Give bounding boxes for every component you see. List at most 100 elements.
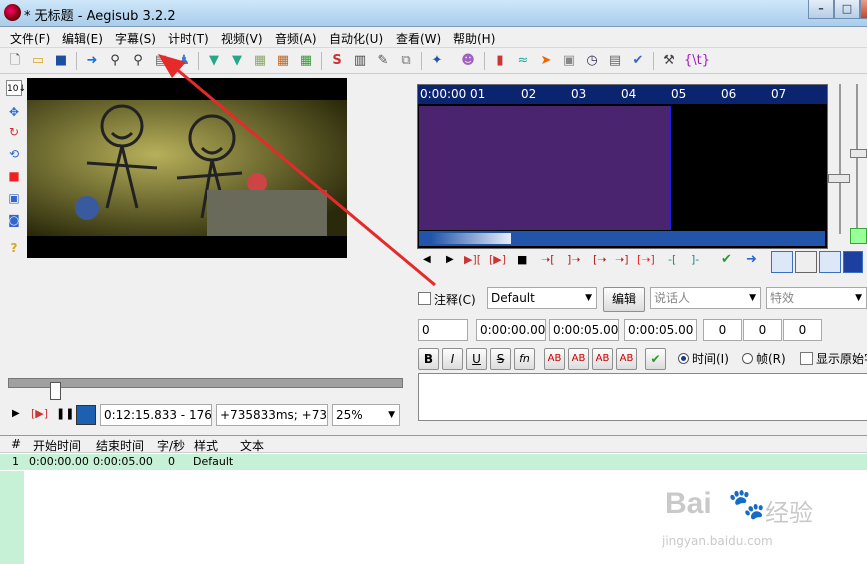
calculator-icon[interactable]: ▥ bbox=[352, 53, 368, 69]
stop-icon[interactable]: ■ bbox=[517, 253, 527, 266]
lead-out-icon[interactable]: ]- bbox=[691, 253, 699, 266]
edit-style-button[interactable]: 编辑 bbox=[603, 287, 645, 312]
kanji-timer-icon[interactable]: ☻ bbox=[460, 53, 476, 69]
auto-commit-toggle[interactable] bbox=[771, 251, 793, 273]
menu-timing[interactable]: 计时(T) bbox=[168, 30, 209, 47]
spectrum-toggle[interactable] bbox=[843, 251, 863, 273]
minimize-button[interactable]: – bbox=[808, 0, 834, 19]
video-display[interactable] bbox=[27, 78, 347, 258]
table-row[interactable]: 1 0:00:00.00 0:00:05.00 0 Default bbox=[0, 454, 867, 470]
effect-field[interactable]: 特效 ▼ bbox=[766, 287, 867, 309]
close-button[interactable]: ✕ bbox=[860, 0, 867, 19]
rotate-z-icon[interactable]: ↻ bbox=[6, 124, 22, 140]
commit-icon[interactable]: ✔ bbox=[721, 252, 732, 267]
clock-icon[interactable]: ◷ bbox=[584, 53, 600, 69]
margin-left-field[interactable]: 0 bbox=[703, 319, 742, 341]
actor-select[interactable]: 说话人 ▼ bbox=[650, 287, 761, 309]
attachments-icon[interactable]: ♟ bbox=[176, 53, 192, 69]
tags-icon[interactable]: {\t} bbox=[684, 53, 710, 69]
outline-color-button[interactable]: AB bbox=[592, 348, 613, 370]
zoom-select[interactable]: 25% ▼ bbox=[332, 404, 400, 426]
translation-icon[interactable]: ▤ bbox=[607, 53, 623, 69]
new-file-icon[interactable]: 🗋 bbox=[7, 53, 23, 69]
menu-file[interactable]: 文件(F) bbox=[10, 30, 50, 47]
crosshair-tool-icon[interactable]: 10↓ bbox=[6, 80, 26, 96]
prev-line-icon[interactable]: ◀ bbox=[423, 254, 431, 265]
play-start-icon[interactable]: ➝[ bbox=[541, 253, 555, 266]
play-icon[interactable]: ▶ bbox=[12, 408, 20, 419]
auto-next-toggle[interactable] bbox=[795, 251, 817, 273]
drag-tool-icon[interactable]: ✥ bbox=[6, 104, 22, 120]
fonts-icon[interactable]: ▦ bbox=[252, 53, 268, 69]
jump-to-icon[interactable]: ➜ bbox=[84, 53, 100, 69]
margin-vertical-field[interactable]: 0 bbox=[783, 319, 822, 341]
end-time-field[interactable]: 0:00:05.00 bbox=[549, 319, 619, 341]
options-icon[interactable]: ⚒ bbox=[661, 53, 677, 69]
font-button[interactable]: fn bbox=[514, 348, 535, 370]
menu-audio[interactable]: 音频(A) bbox=[275, 30, 317, 47]
lead-in-icon[interactable]: -[ bbox=[668, 253, 676, 266]
pencil-icon[interactable]: ✎ bbox=[375, 53, 391, 69]
seek-thumb[interactable] bbox=[50, 382, 61, 400]
open-folder-icon[interactable]: ▭ bbox=[30, 53, 46, 69]
zoom-out-icon[interactable]: ⚲ bbox=[130, 53, 146, 69]
film-icon[interactable]: ▦ bbox=[275, 53, 291, 69]
auto-scroll-toggle-icon[interactable] bbox=[76, 405, 96, 425]
strikeout-button[interactable]: S bbox=[490, 348, 511, 370]
bold-button[interactable]: B bbox=[418, 348, 439, 370]
subtitle-text-editor[interactable] bbox=[418, 373, 867, 421]
timing-post-icon[interactable]: ▮ bbox=[492, 53, 508, 69]
play-after-icon[interactable]: ➝] bbox=[615, 253, 629, 266]
play-before-icon[interactable]: ▶][ bbox=[464, 253, 481, 266]
rotate-xy-icon[interactable]: ⟲ bbox=[6, 146, 22, 162]
video-offset-field[interactable]: +735833ms; +730 bbox=[216, 404, 328, 426]
find-replace-icon[interactable]: ▼ bbox=[229, 53, 245, 69]
clip-tool-icon[interactable]: ▣ bbox=[6, 190, 22, 206]
copy-icon[interactable]: ⧉ bbox=[398, 53, 414, 69]
zoom-in-icon[interactable]: ⚲ bbox=[107, 53, 123, 69]
show-original-checkbox[interactable] bbox=[800, 352, 813, 365]
shift-times-icon[interactable]: ≈ bbox=[515, 53, 531, 69]
menu-help[interactable]: 帮助(H) bbox=[453, 30, 495, 47]
save-icon[interactable]: ■ bbox=[53, 53, 69, 69]
properties-icon[interactable]: ▤ bbox=[153, 53, 169, 69]
goto-icon[interactable]: ➜ bbox=[746, 252, 757, 267]
fish-icon[interactable]: ➤ bbox=[538, 53, 554, 69]
primary-color-button[interactable]: AB bbox=[544, 348, 565, 370]
play-begin-icon[interactable]: [➝ bbox=[593, 253, 607, 266]
audio-selection[interactable] bbox=[419, 106, 671, 230]
spellcheck-icon[interactable]: ✔ bbox=[630, 53, 646, 69]
menu-edit[interactable]: 编辑(E) bbox=[62, 30, 103, 47]
video-time-field[interactable]: 0:12:15.833 - 1766 bbox=[100, 404, 212, 426]
time-radio[interactable] bbox=[678, 353, 689, 364]
help-icon[interactable]: ? bbox=[6, 240, 22, 256]
styles-icon[interactable]: S bbox=[329, 53, 345, 69]
underline-button[interactable]: U bbox=[466, 348, 487, 370]
italic-button[interactable]: I bbox=[442, 348, 463, 370]
resample-icon[interactable]: ▣ bbox=[561, 53, 577, 69]
style-select[interactable]: Default ▼ bbox=[487, 287, 597, 309]
audio-scroll-thumb[interactable] bbox=[431, 233, 511, 244]
find-icon[interactable]: ▼ bbox=[206, 53, 222, 69]
menu-subtitle[interactable]: 字幕(S) bbox=[115, 30, 156, 47]
duration-field[interactable]: 0:00:05.00 bbox=[624, 319, 697, 341]
start-time-field[interactable]: 0:00:00.00 bbox=[476, 319, 546, 341]
menu-automation[interactable]: 自动化(U) bbox=[329, 30, 383, 47]
pause-icon[interactable]: ❚❚ bbox=[56, 407, 74, 420]
margin-right-field[interactable]: 0 bbox=[743, 319, 782, 341]
play-to-end-icon[interactable]: [➝] bbox=[637, 253, 655, 266]
vector-clip-icon[interactable]: ◙ bbox=[6, 212, 22, 228]
film-green-icon[interactable]: ▦ bbox=[298, 53, 314, 69]
comment-checkbox[interactable] bbox=[418, 292, 431, 305]
secondary-color-button[interactable]: AB bbox=[568, 348, 589, 370]
automation-icon[interactable]: ✦ bbox=[429, 53, 445, 69]
commit-button[interactable]: ✔ bbox=[645, 348, 666, 370]
frame-radio[interactable] bbox=[742, 353, 753, 364]
layer-spinner[interactable]: 0 bbox=[418, 319, 468, 341]
video-seek-bar[interactable] bbox=[8, 378, 403, 400]
maximize-button[interactable]: □ bbox=[834, 0, 860, 19]
auto-scroll-audio-toggle[interactable] bbox=[819, 251, 841, 273]
audio-zoom-sliders[interactable] bbox=[828, 84, 867, 244]
shadow-color-button[interactable]: AB bbox=[616, 348, 637, 370]
scale-tool-icon[interactable]: ■ bbox=[6, 168, 22, 184]
